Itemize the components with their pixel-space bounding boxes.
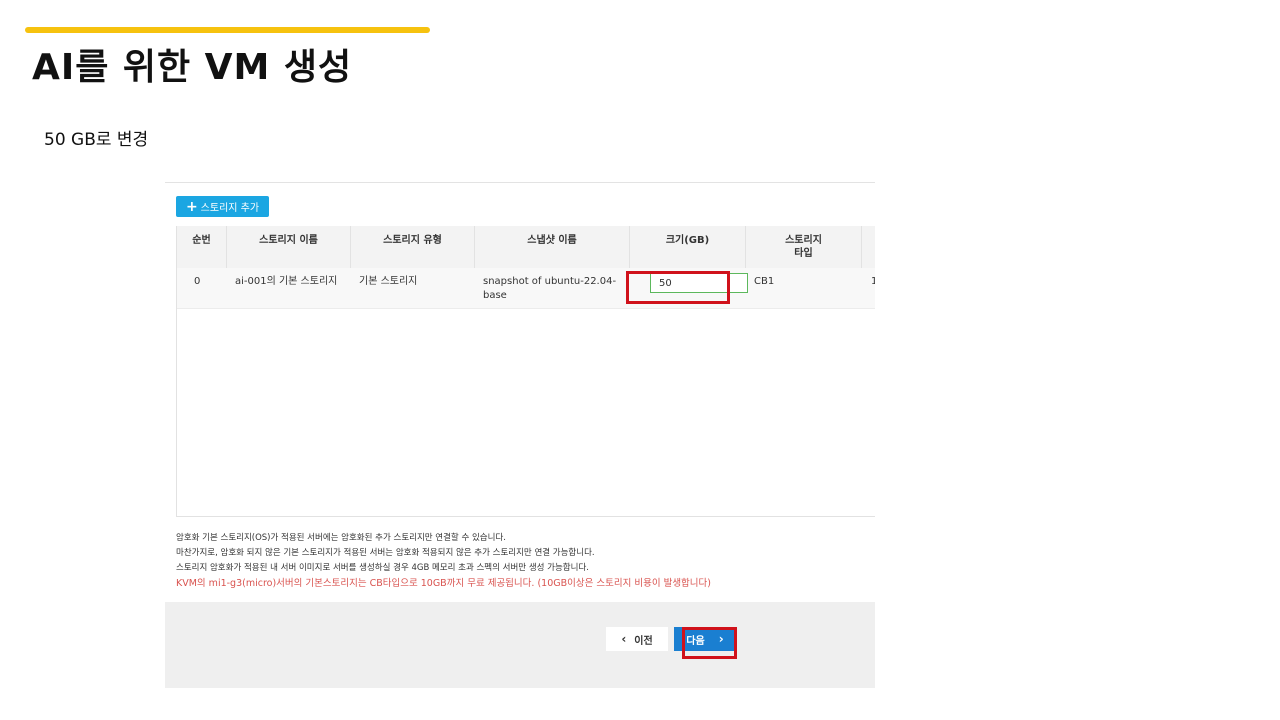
note-warning: KVM의 mi1-g3(micro)서버의 기본스토리지는 CB타입으로 10G… [176, 578, 711, 589]
header-storage-type-line1: 스토리지 [785, 235, 822, 246]
header-snapshot-name: 스냅샷 이름 [475, 226, 630, 268]
cell-extra: 1 [871, 276, 875, 287]
wizard-footer: ‹ 이전 다음 › [165, 602, 875, 688]
storage-notes: 암호화 기본 스토리지(OS)가 적용된 서버에는 암호화된 추가 스토리지만 … [176, 531, 875, 591]
cell-snapshot-name: snapshot of ubuntu-22.04- base [483, 268, 623, 308]
add-storage-button[interactable]: + 스토리지 추가 [176, 196, 269, 217]
table-row: 0 ai-001의 기본 스토리지 기본 스토리지 snapshot of ub… [177, 268, 875, 309]
slide-title: AI를 위한 VM 생성 [32, 47, 353, 88]
slide-subtitle: 50 GB로 변경 [44, 130, 149, 150]
cell-storage-name: ai-001의 기본 스토리지 [235, 276, 338, 287]
cell-index: 0 [194, 276, 201, 287]
storage-table: 순번 스토리지 이름 스토리지 유형 스냅샷 이름 크기(GB) 스토리지 타입… [176, 226, 875, 517]
cell-storage-type: CB1 [754, 276, 775, 287]
cell-storage-kind: 기본 스토리지 [359, 276, 418, 287]
cell-snapshot-line2: base [483, 290, 507, 301]
next-button-highlight [682, 627, 737, 659]
note-line-2: 마찬가지로, 암호화 되지 않은 기본 스토리지가 적용된 서버는 암호화 적용… [176, 548, 595, 558]
header-storage-kind: 스토리지 유형 [351, 226, 475, 268]
header-storage-type: 스토리지 타입 [746, 226, 862, 268]
title-accent-bar [25, 27, 430, 33]
table-header: 순번 스토리지 이름 스토리지 유형 스냅샷 이름 크기(GB) 스토리지 타입 [177, 226, 875, 269]
note-line-3: 스토리지 암호화가 적용된 내 서버 이미지로 서버를 생성하실 경우 4GB … [176, 563, 589, 573]
header-storage-name: 스토리지 이름 [227, 226, 351, 268]
cell-snapshot-line1: snapshot of ubuntu-22.04- [483, 276, 617, 287]
chevron-left-icon: ‹ [621, 632, 627, 646]
prev-button[interactable]: ‹ 이전 [606, 627, 668, 651]
prev-label: 이전 [634, 635, 653, 647]
header-index: 순번 [177, 226, 227, 268]
plus-icon: + [185, 198, 198, 215]
panel-divider [165, 182, 875, 183]
header-size: 크기(GB) [630, 226, 746, 268]
header-storage-type-line2: 타입 [794, 248, 813, 259]
size-input-highlight [626, 271, 730, 304]
storage-settings-panel: + 스토리지 추가 순번 스토리지 이름 스토리지 유형 스냅샷 이름 크기(G… [165, 182, 875, 688]
add-storage-label: 스토리지 추가 [200, 203, 260, 214]
note-line-1: 암호화 기본 스토리지(OS)가 적용된 서버에는 암호화된 추가 스토리지만 … [176, 533, 506, 543]
